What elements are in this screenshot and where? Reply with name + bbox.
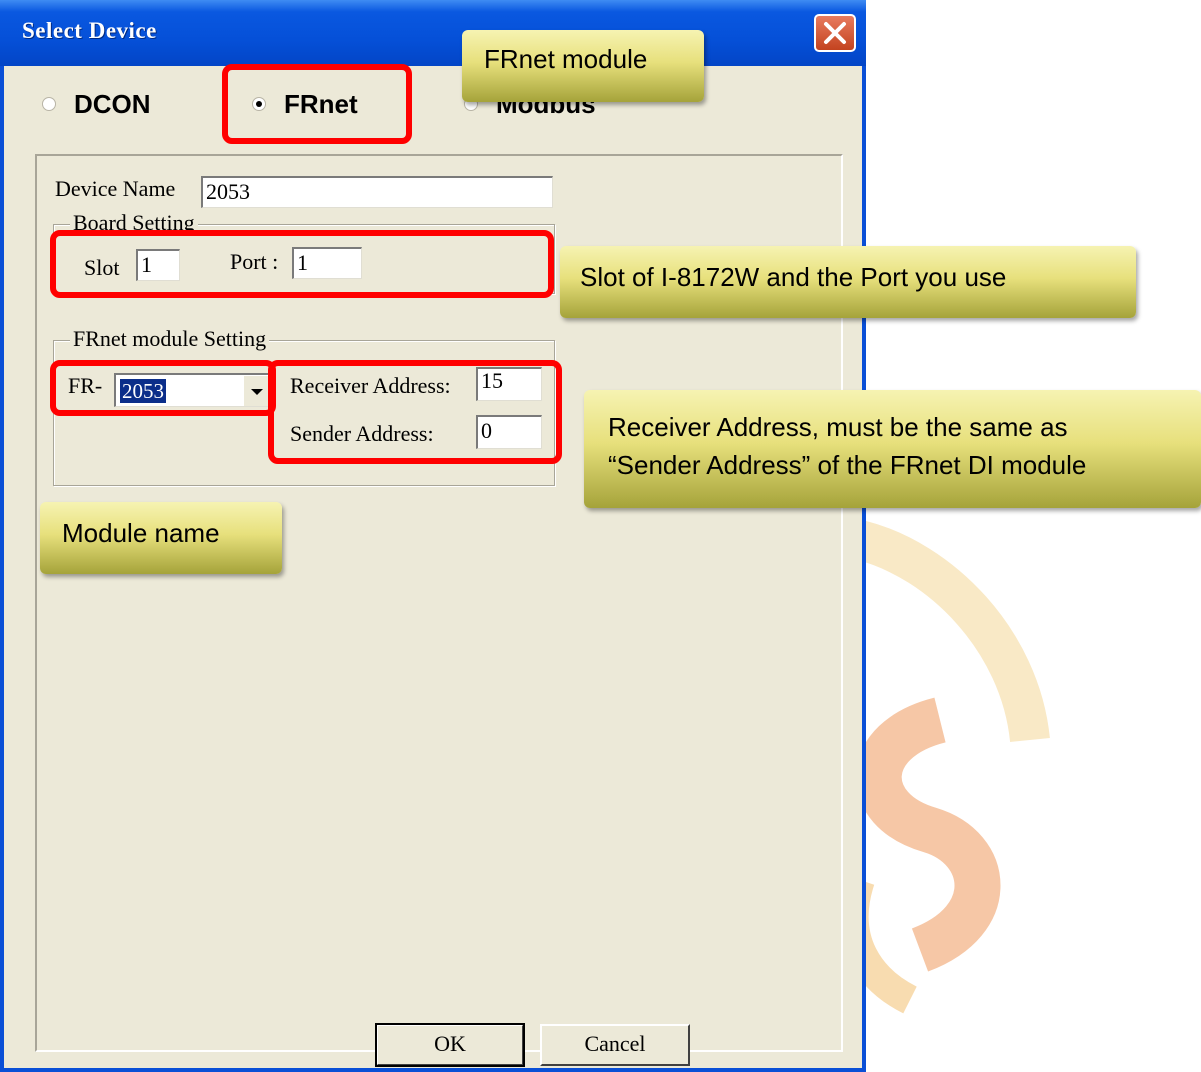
highlight-frnet-radio	[222, 64, 412, 144]
ok-button[interactable]: OK	[375, 1023, 525, 1067]
radio-label: DCON	[74, 88, 151, 119]
highlight-board-setting	[50, 230, 554, 298]
callout-text: Slot of I-8172W and the Port you use	[580, 262, 1007, 292]
device-name-label: Device Name	[55, 176, 176, 201]
window-title: Select Device	[22, 18, 157, 43]
callout-receiver-address: Receiver Address, must be the same as “S…	[584, 390, 1201, 508]
callout-slot-port: Slot of I-8172W and the Port you use	[560, 246, 1136, 318]
callout-text-line1: Receiver Address, must be the same as	[608, 412, 1068, 442]
frnet-setting-legend: FRnet module Setting	[70, 326, 270, 352]
cancel-button[interactable]: Cancel	[540, 1024, 690, 1066]
radio-dcon[interactable]: DCON	[42, 89, 151, 119]
callout-text: FRnet module	[484, 44, 648, 74]
close-button[interactable]	[814, 14, 856, 52]
callout-text: Module name	[62, 518, 220, 548]
close-icon	[824, 22, 846, 44]
highlight-module-select	[50, 360, 276, 416]
device-name-input[interactable]: 2053	[201, 176, 553, 208]
highlight-address-fields	[268, 360, 562, 464]
callout-text-line2: “Sender Address” of the FRnet DI module	[608, 450, 1087, 480]
background-watermark	[838, 520, 1050, 1014]
callout-frnet-module: FRnet module	[462, 30, 704, 102]
title-bar[interactable]: Select Device	[0, 0, 866, 66]
callout-module-name: Module name	[40, 502, 282, 574]
radio-indicator	[42, 97, 56, 111]
